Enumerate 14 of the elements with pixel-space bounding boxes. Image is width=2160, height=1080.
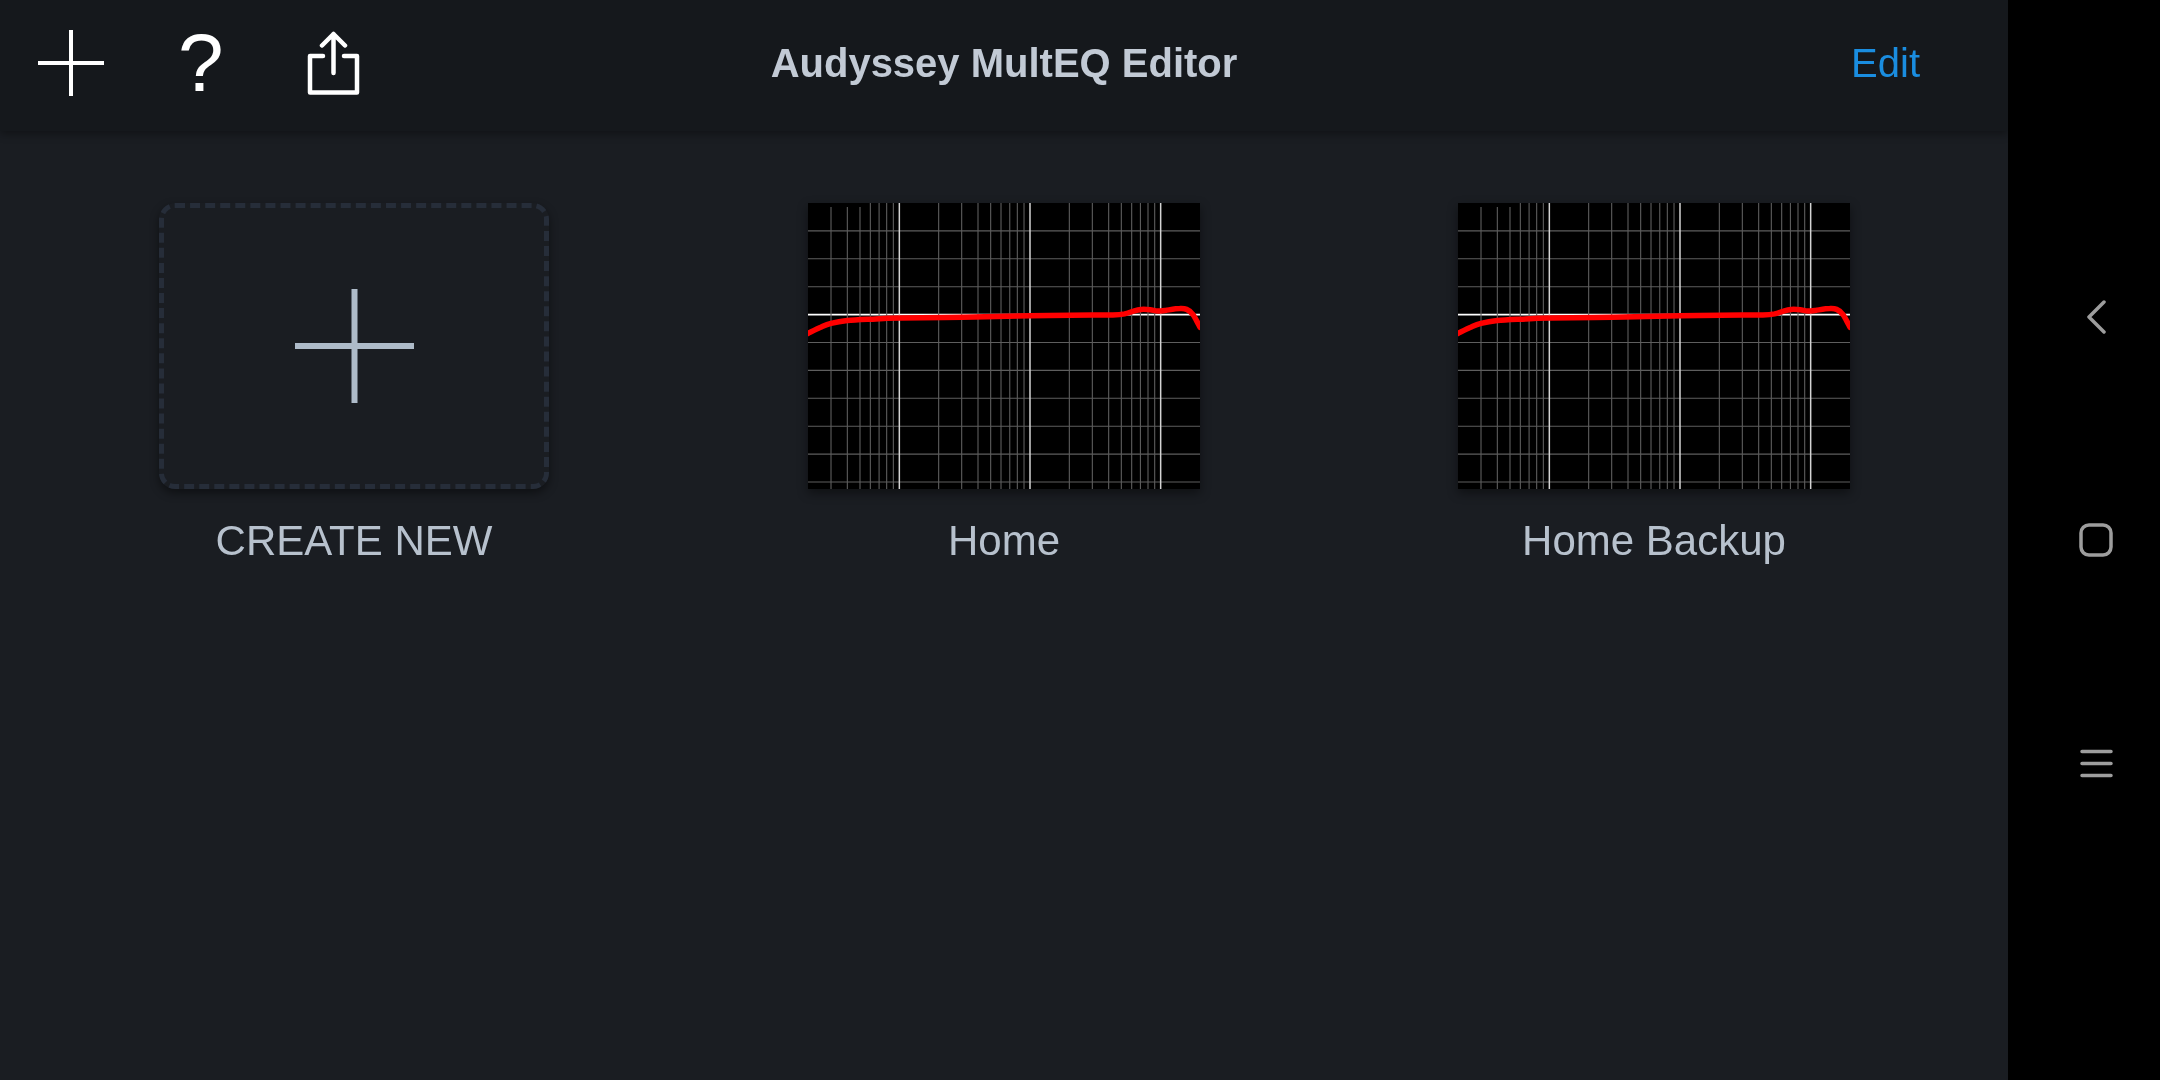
tile-caption: Home xyxy=(947,516,1060,566)
app-title: Audyssey MultEQ Editor xyxy=(770,39,1238,87)
tile-caption: CREATE NEW xyxy=(215,516,493,566)
tile-caption: Home Backup xyxy=(1522,516,1786,566)
plus-icon[interactable] xyxy=(38,29,104,96)
frequency-graph-drawing[interactable] xyxy=(808,203,1200,489)
share-icon[interactable] xyxy=(305,30,361,95)
home-icon[interactable] xyxy=(2079,523,2113,557)
back-icon[interactable] xyxy=(2086,300,2106,334)
plus-icon xyxy=(294,289,414,403)
frequency-graph-drawing[interactable] xyxy=(1458,203,1850,489)
edit-button[interactable]: Edit xyxy=(1851,38,1920,87)
help-button[interactable]: ? xyxy=(178,21,224,104)
recent-apps-icon[interactable] xyxy=(2079,748,2113,778)
